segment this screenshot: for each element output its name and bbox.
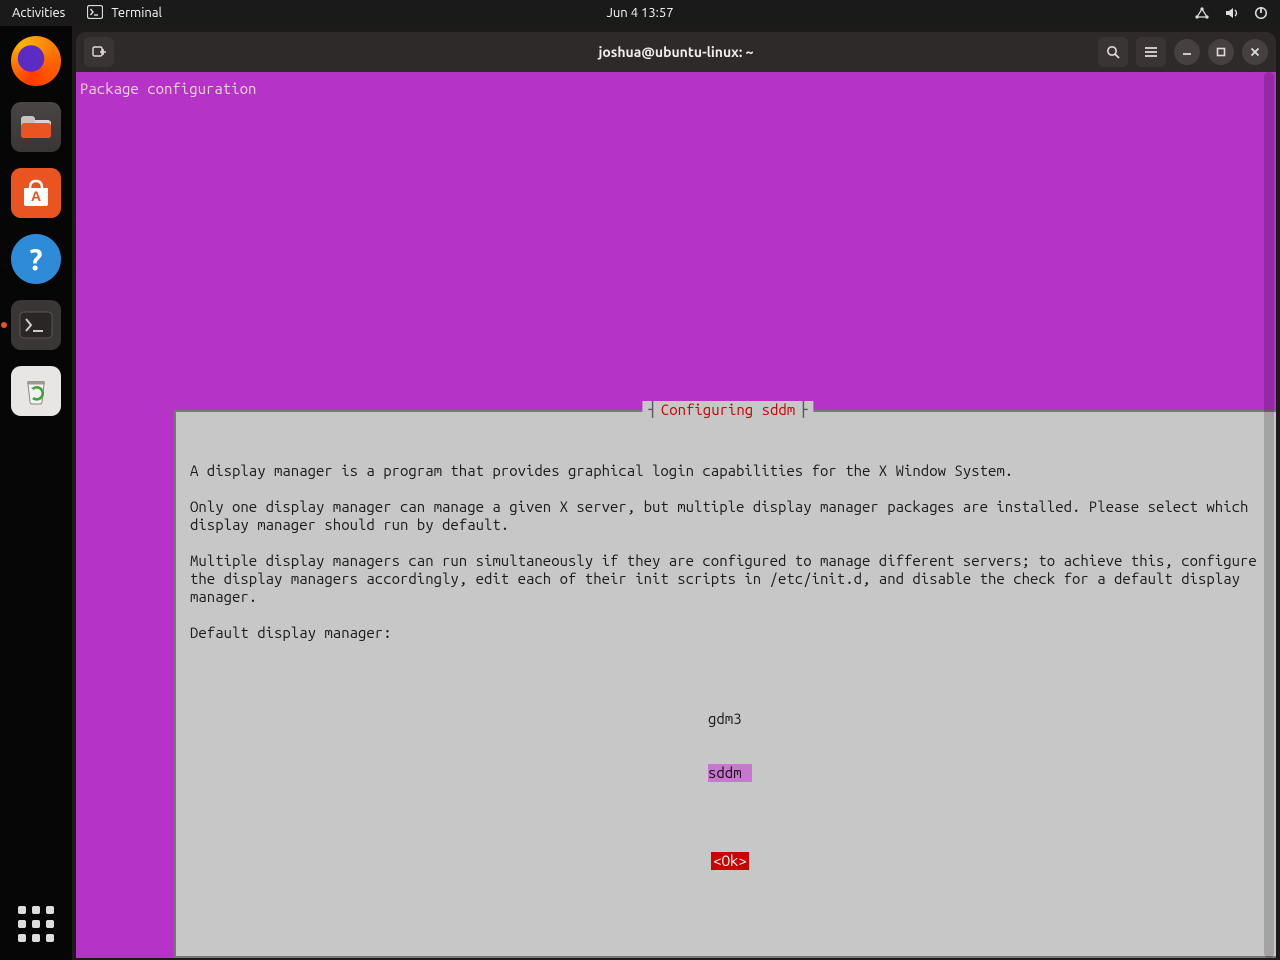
dialog-para3: Multiple display managers can run simult… <box>190 552 1265 605</box>
dock-item-firefox[interactable] <box>11 36 61 86</box>
dialog-options: gdm3 sddm <Ok> <box>190 674 1270 906</box>
new-tab-button[interactable] <box>84 37 114 67</box>
dialog-prompt: Default display manager: <box>190 624 392 641</box>
show-applications-button[interactable] <box>14 902 58 946</box>
terminal-window: joshua@ubuntu-linux: ~ P <box>76 32 1276 958</box>
dock-item-files[interactable] <box>11 102 61 152</box>
dock-item-help[interactable]: ? <box>11 234 61 284</box>
activities-button[interactable]: Activities <box>12 6 65 20</box>
activities-label: Activities <box>12 6 65 20</box>
network-icon <box>1194 6 1210 20</box>
maximize-button[interactable] <box>1208 39 1234 65</box>
terminal-viewport[interactable]: Package configuration ┤ Configuring sddm… <box>76 72 1276 958</box>
close-button[interactable] <box>1242 39 1268 65</box>
option-sddm[interactable]: sddm <box>708 764 752 782</box>
search-button[interactable] <box>1098 37 1128 67</box>
debconf-dialog: ┤ Configuring sddm ├ A display manager i… <box>174 410 1276 958</box>
window-titlebar: joshua@ubuntu-linux: ~ <box>76 32 1276 72</box>
dock-item-terminal[interactable] <box>11 300 61 350</box>
dialog-para2: Only one display manager can manage a gi… <box>190 498 1257 533</box>
dialog-title: ┤ Configuring sddm ├ <box>642 401 813 419</box>
clock[interactable]: Jun 4 13:57 <box>606 6 673 20</box>
window-title: joshua@ubuntu-linux: ~ <box>598 44 753 60</box>
ok-button[interactable]: <Ok> <box>711 852 749 870</box>
focused-app-indicator[interactable]: Terminal <box>87 5 162 22</box>
hamburger-icon <box>1143 45 1159 59</box>
minimize-icon <box>1181 46 1193 58</box>
debconf-header: Package configuration <box>78 80 1276 98</box>
maximize-icon <box>1215 46 1227 58</box>
system-tray[interactable] <box>1194 6 1268 20</box>
dock-item-software[interactable]: A <box>11 168 61 218</box>
clock-label: Jun 4 13:57 <box>606 6 673 20</box>
dialog-para1: A display manager is a program that prov… <box>190 462 1013 479</box>
dock-item-trash[interactable] <box>11 366 61 416</box>
dialog-title-text: Configuring sddm <box>661 401 795 419</box>
search-icon <box>1105 44 1121 60</box>
focused-app-label: Terminal <box>111 6 162 20</box>
option-gdm3[interactable]: gdm3 <box>708 710 752 728</box>
dock: A ? <box>0 26 72 960</box>
gnome-top-bar: Activities Terminal Jun 4 13:57 <box>0 0 1280 26</box>
terminal-scrollbar[interactable] <box>1264 72 1274 958</box>
power-icon <box>1254 6 1268 20</box>
svg-text:A: A <box>31 188 41 204</box>
minimize-button[interactable] <box>1174 39 1200 65</box>
close-icon <box>1249 46 1261 58</box>
volume-icon <box>1224 6 1240 20</box>
menu-button[interactable] <box>1136 37 1166 67</box>
terminal-icon <box>87 5 103 22</box>
